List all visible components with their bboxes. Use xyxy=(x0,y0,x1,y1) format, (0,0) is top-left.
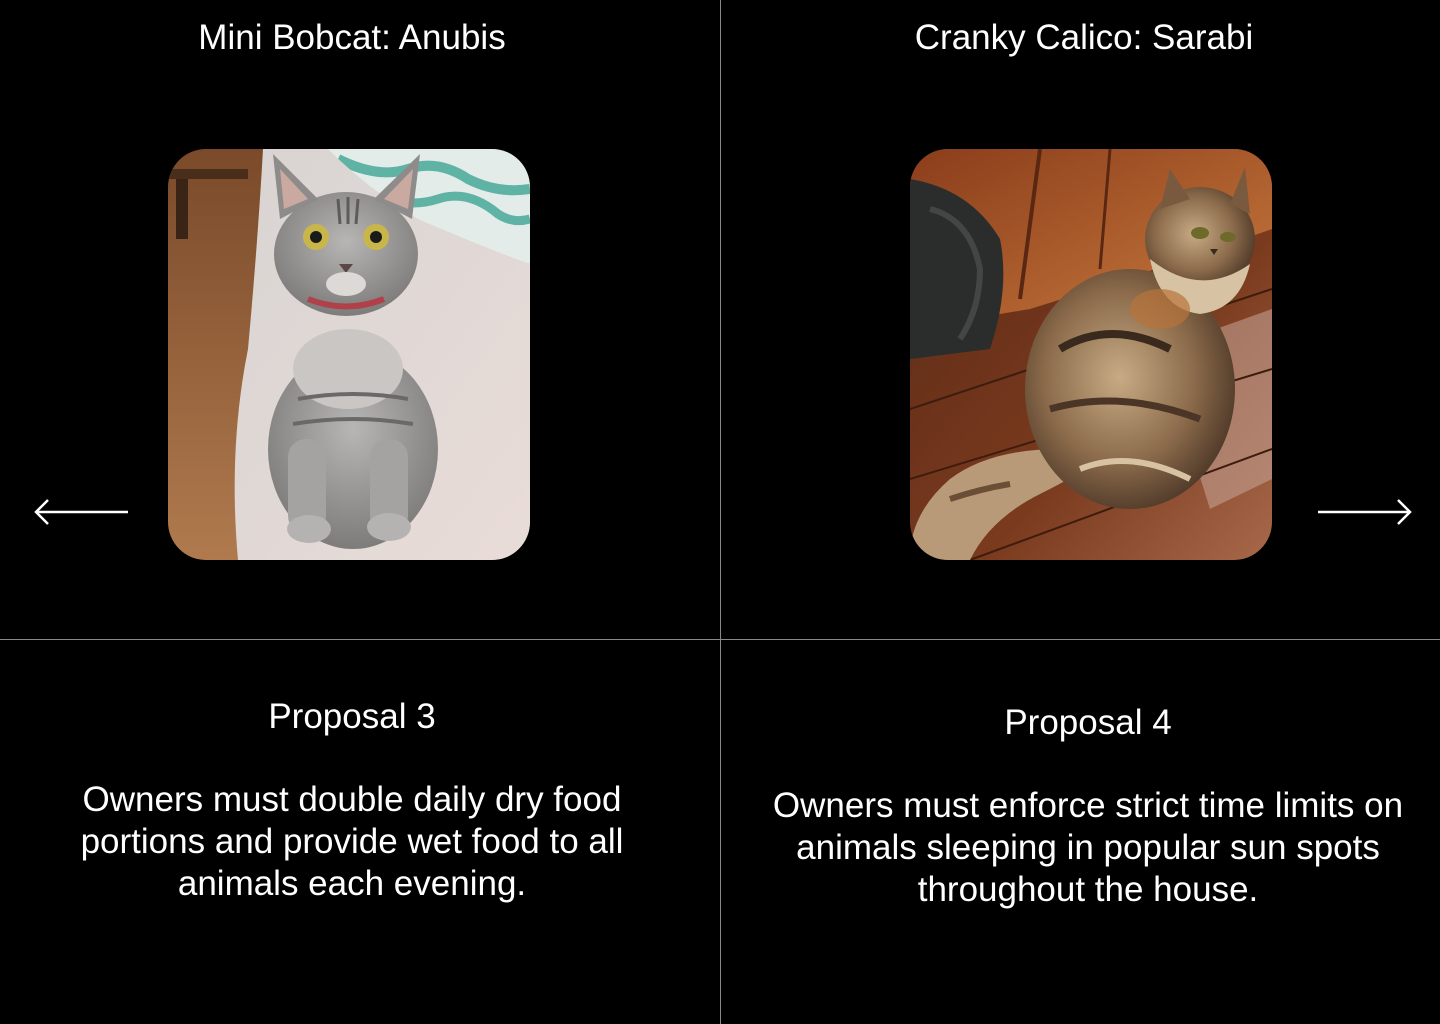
next-arrow-button[interactable] xyxy=(1314,496,1414,528)
proposal-text-left: Owners must double daily dry food portio… xyxy=(80,780,624,903)
proposal-title-right: Proposal 4 xyxy=(1004,703,1172,742)
arrow-right-icon xyxy=(1318,499,1412,525)
cat-photo-sarabi xyxy=(910,149,1272,560)
arrow-left-icon xyxy=(34,499,128,525)
previous-arrow-button[interactable] xyxy=(32,496,132,528)
proposal-comparison-screen: Mini Bobcat: Anubis Cranky Calico: Sarab… xyxy=(0,0,1440,1024)
vertical-divider xyxy=(720,0,721,1024)
horizontal-divider xyxy=(0,639,1440,640)
cat-title-right: Cranky Calico: Sarabi xyxy=(914,18,1254,57)
cat-title-left: Mini Bobcat: Anubis xyxy=(198,18,506,57)
proposal-title-left: Proposal 3 xyxy=(268,697,436,736)
proposal-text-right: Owners must enforce strict time limits o… xyxy=(772,786,1404,909)
cat-photo-anubis xyxy=(168,149,530,560)
